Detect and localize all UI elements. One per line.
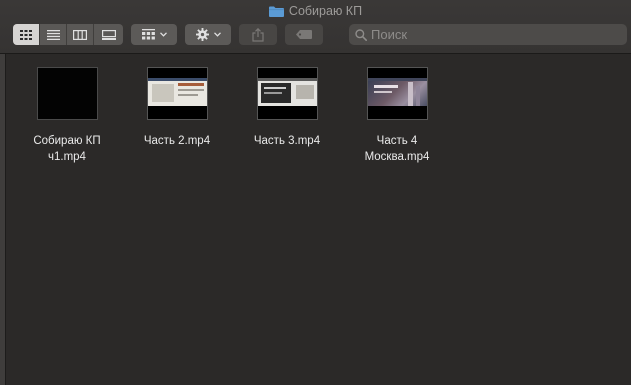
file-item[interactable]: Часть 2.mp4: [127, 67, 227, 149]
edit-tags-button[interactable]: [285, 24, 323, 45]
video-thumbnail: [36, 67, 98, 120]
chevron-down-icon: [213, 32, 221, 37]
list-view-button[interactable]: [40, 24, 67, 45]
sidebar-edge[interactable]: [0, 54, 6, 385]
file-icon-grid: Собираю КП ч1.mp4 Часть 2.mp4 Часть 3.mp…: [7, 55, 631, 385]
search-icon: [355, 28, 367, 41]
group-grid-icon: [141, 29, 155, 40]
column-view-button[interactable]: [67, 24, 94, 45]
share-button[interactable]: [239, 24, 277, 45]
icon-grid-icon: [20, 29, 32, 40]
file-item[interactable]: Собираю КП ч1.mp4: [17, 67, 117, 165]
file-item[interactable]: Часть 3.mp4: [237, 67, 337, 149]
folder-icon: [268, 6, 284, 17]
action-menu-button[interactable]: [185, 24, 231, 45]
gear-icon: [195, 28, 209, 41]
file-name: Часть 3.mp4: [253, 135, 321, 147]
video-thumbnail: [146, 67, 208, 120]
video-thumbnail: [256, 67, 318, 120]
icon-view-button[interactable]: [13, 24, 40, 45]
tag-icon: [296, 30, 312, 39]
group-by-button[interactable]: [131, 24, 177, 45]
chevron-down-icon: [159, 32, 167, 37]
gallery-view-button[interactable]: [94, 24, 123, 45]
search-placeholder: Поиск: [371, 27, 408, 42]
gallery-icon: [101, 29, 116, 40]
video-thumbnail: [366, 67, 428, 120]
file-name: Часть 2.mp4: [143, 135, 211, 147]
view-mode-segmented-control: [13, 24, 123, 45]
window-title: Собираю КП: [0, 2, 631, 20]
file-name: Часть 4 Москва.mp4: [364, 135, 430, 163]
window-toolbar: Собираю КП Поиск: [0, 0, 631, 54]
file-name: Собираю КП ч1.mp4: [33, 135, 101, 163]
list-lines-icon: [46, 29, 60, 40]
share-icon: [252, 27, 264, 42]
window-title-text: Собираю КП: [288, 4, 363, 18]
file-item[interactable]: Часть 4 Москва.mp4: [347, 67, 447, 165]
search-field[interactable]: Поиск: [349, 24, 627, 45]
columns-icon: [73, 29, 87, 40]
